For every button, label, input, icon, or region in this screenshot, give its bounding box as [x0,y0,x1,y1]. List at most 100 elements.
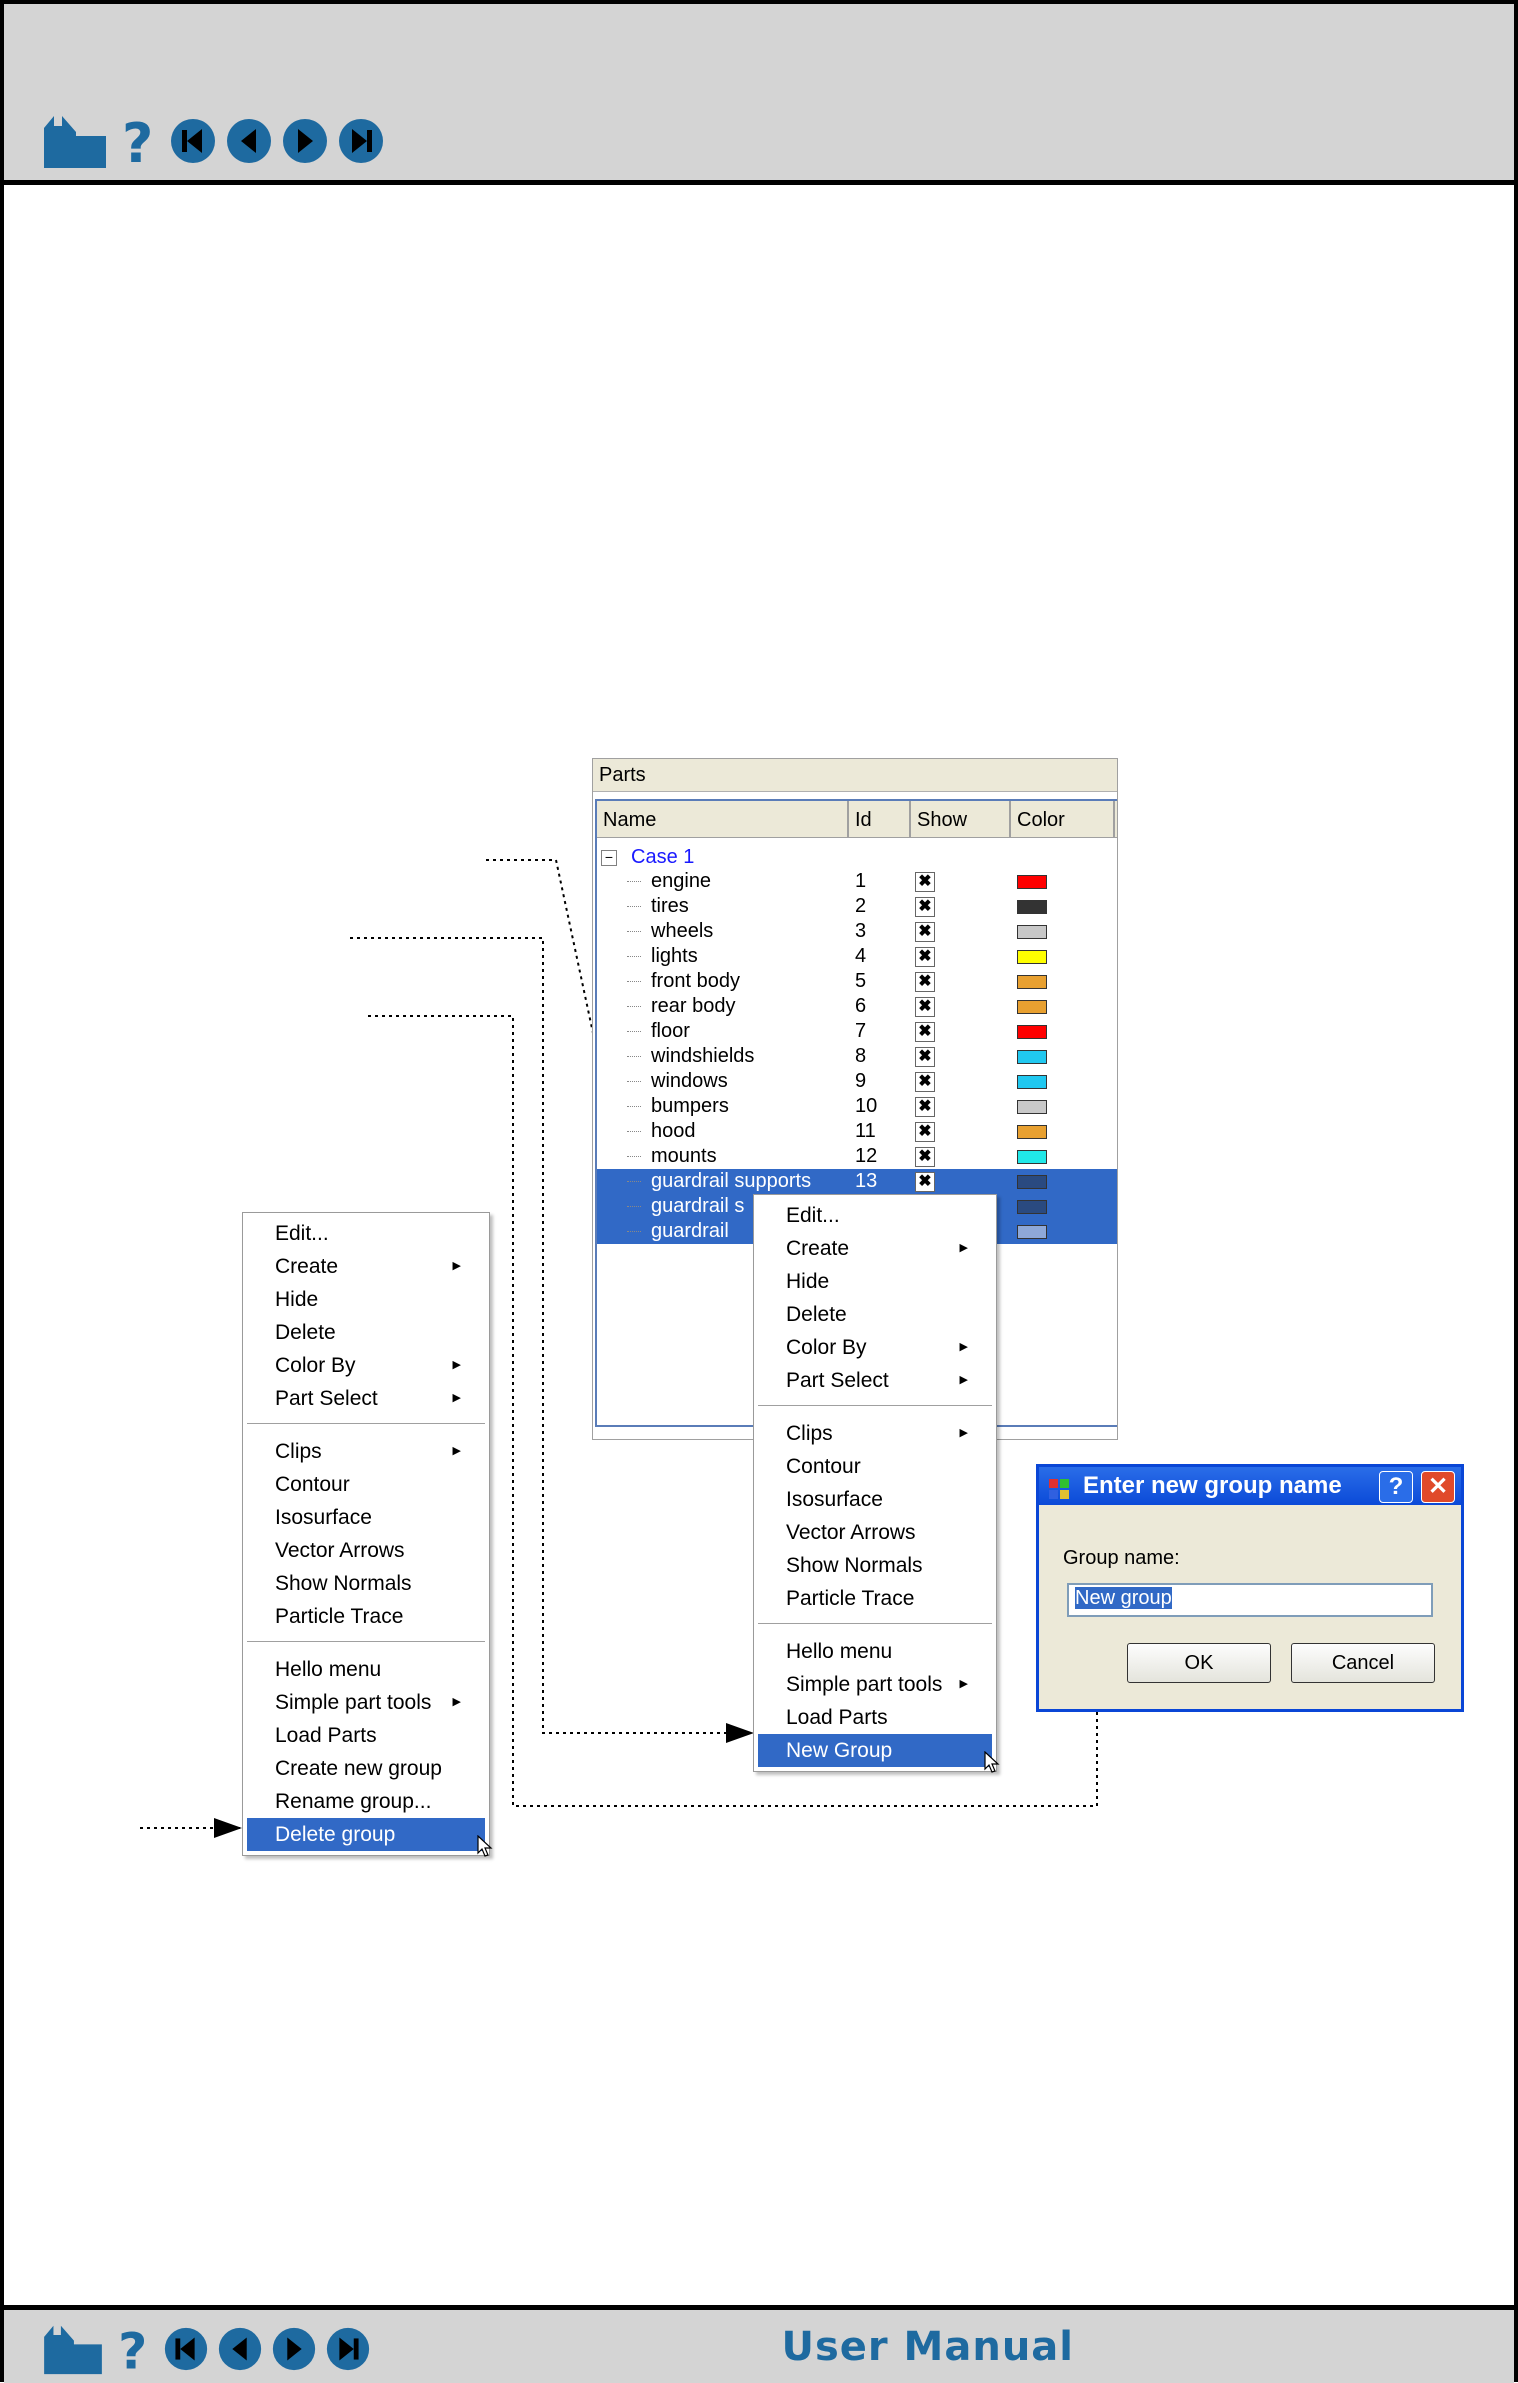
menu-item-hide[interactable]: Hide [243,1283,489,1316]
table-row[interactable]: hood 11 ✖ [597,1119,1117,1144]
case-tree-node[interactable]: − Case 1 [601,845,694,869]
table-row[interactable]: rear body 6 ✖ [597,994,1117,1019]
color-swatch[interactable] [1017,975,1047,989]
show-checkbox[interactable]: ✖ [915,872,935,892]
table-row[interactable]: guardrail supports 13 ✖ [597,1169,1117,1194]
submenu-arrow-icon: ▶ [452,1445,461,1457]
color-swatch[interactable] [1017,1125,1047,1139]
home-icon[interactable] [40,2322,106,2376]
menu-item-label: Particle Trace [275,1605,404,1628]
menu-item-vector-arrows[interactable]: Vector Arrows [243,1534,489,1567]
tree-connector [627,1181,641,1182]
table-row[interactable]: bumpers 10 ✖ [597,1094,1117,1119]
color-swatch[interactable] [1017,1100,1047,1114]
show-checkbox[interactable]: ✖ [915,922,935,942]
menu-item-hello-menu[interactable]: Hello menu [754,1635,996,1668]
part-name: windows [651,1070,728,1092]
column-header-show[interactable]: Show [911,801,1011,837]
column-header-name[interactable]: Name [597,801,849,837]
menu-item-part-select[interactable]: Part Select ▶ [243,1382,489,1415]
menu-item-simple-part-tools[interactable]: Simple part tools ▶ [754,1668,996,1701]
next-page-icon[interactable] [270,2325,318,2373]
color-swatch[interactable] [1017,1175,1047,1189]
menu-item-create[interactable]: Create ▶ [243,1250,489,1283]
menu-item-create-new-group[interactable]: Create new group [243,1752,489,1785]
color-swatch[interactable] [1017,1075,1047,1089]
color-swatch[interactable] [1017,875,1047,889]
color-swatch[interactable] [1017,950,1047,964]
dialog-titlebar[interactable]: Enter new group name ? ✕ [1039,1467,1461,1505]
show-checkbox[interactable]: ✖ [915,1097,935,1117]
table-row[interactable]: engine 1 ✖ [597,869,1117,894]
menu-item-part-select[interactable]: Part Select ▶ [754,1364,996,1397]
table-row[interactable]: windows 9 ✖ [597,1069,1117,1094]
menu-item-label: Color By [275,1354,356,1377]
menu-item-particle-trace[interactable]: Particle Trace [243,1600,489,1633]
color-swatch[interactable] [1017,1150,1047,1164]
color-swatch[interactable] [1017,900,1047,914]
table-row[interactable]: front body 5 ✖ [597,969,1117,994]
table-row[interactable]: floor 7 ✖ [597,1019,1117,1044]
menu-item-contour[interactable]: Contour [754,1450,996,1483]
last-page-icon[interactable] [324,2325,372,2373]
menu-item-rename-group[interactable]: Rename group... [243,1785,489,1818]
menu-item-clips[interactable]: Clips ▶ [754,1417,996,1450]
menu-item-delete-group[interactable]: Delete group [247,1818,493,1857]
collapse-icon[interactable]: − [601,849,617,866]
menu-item-hide[interactable]: Hide [754,1265,996,1298]
column-header-color[interactable]: Color [1011,801,1115,837]
show-checkbox[interactable]: ✖ [915,1047,935,1067]
menu-item-color-by[interactable]: Color By ▶ [243,1349,489,1382]
context-menu-parts: Edit... Create ▶ Hide Delete Color By ▶ Part Se… [753,1194,1000,1773]
menu-item-hello-menu[interactable]: Hello menu [243,1653,489,1686]
menu-item-particle-trace[interactable]: Particle Trace [754,1582,996,1615]
menu-item-contour[interactable]: Contour [243,1468,489,1501]
show-checkbox[interactable]: ✖ [915,1022,935,1042]
menu-item-simple-part-tools[interactable]: Simple part tools ▶ [243,1686,489,1719]
help-icon[interactable]: ? [112,2322,156,2376]
menu-item-vector-arrows[interactable]: Vector Arrows [754,1516,996,1549]
menu-item-delete[interactable]: Delete [243,1316,489,1349]
menu-item-color-by[interactable]: Color By ▶ [754,1331,996,1364]
ok-button[interactable]: OK [1127,1643,1271,1683]
show-checkbox[interactable]: ✖ [915,972,935,992]
color-swatch[interactable] [1017,1225,1047,1239]
show-checkbox[interactable]: ✖ [915,1072,935,1092]
color-swatch[interactable] [1017,925,1047,939]
show-checkbox[interactable]: ✖ [915,947,935,967]
color-swatch[interactable] [1017,1200,1047,1214]
menu-item-delete[interactable]: Delete [754,1298,996,1331]
dialog-close-button[interactable]: ✕ [1421,1471,1455,1503]
show-checkbox[interactable]: ✖ [915,897,935,917]
first-page-icon[interactable] [162,2325,210,2373]
table-row[interactable]: lights 4 ✖ [597,944,1117,969]
table-row[interactable]: windshields 8 ✖ [597,1044,1117,1069]
menu-item-create[interactable]: Create ▶ [754,1232,996,1265]
table-row[interactable]: mounts 12 ✖ [597,1144,1117,1169]
column-header-id[interactable]: Id [849,801,911,837]
color-swatch[interactable] [1017,1025,1047,1039]
table-row[interactable]: tires 2 ✖ [597,894,1117,919]
dialog-help-button[interactable]: ? [1379,1471,1413,1503]
color-swatch[interactable] [1017,1000,1047,1014]
menu-item-edit[interactable]: Edit... [754,1199,996,1232]
show-checkbox[interactable]: ✖ [915,1147,935,1167]
menu-item-show-normals[interactable]: Show Normals [754,1549,996,1582]
previous-page-icon[interactable] [216,2325,264,2373]
menu-item-isosurface[interactable]: Isosurface [754,1483,996,1516]
menu-item-show-normals[interactable]: Show Normals [243,1567,489,1600]
menu-item-load-parts[interactable]: Load Parts [243,1719,489,1752]
show-checkbox[interactable]: ✖ [915,997,935,1017]
menu-item-new-group[interactable]: New Group [758,1734,1000,1773]
menu-item-edit[interactable]: Edit... [243,1217,489,1250]
show-checkbox[interactable]: ✖ [915,1122,935,1142]
color-swatch[interactable] [1017,1050,1047,1064]
group-name-input[interactable]: New group [1067,1583,1433,1617]
menu-item-clips[interactable]: Clips ▶ [243,1435,489,1468]
menu-item-load-parts[interactable]: Load Parts [754,1701,996,1734]
group-name-label: Group name: [1063,1547,1180,1569]
table-row[interactable]: wheels 3 ✖ [597,919,1117,944]
show-checkbox[interactable]: ✖ [915,1172,935,1192]
cancel-button[interactable]: Cancel [1291,1643,1435,1683]
menu-item-isosurface[interactable]: Isosurface [243,1501,489,1534]
